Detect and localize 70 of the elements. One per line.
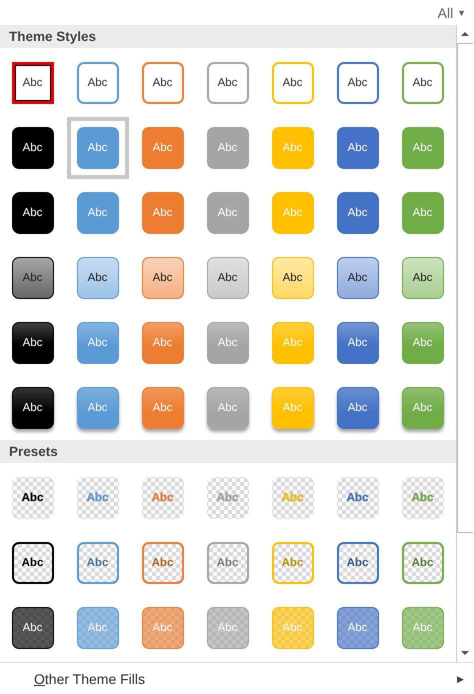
style-swatch[interactable]: Abc xyxy=(76,386,118,428)
style-swatch[interactable]: Abc xyxy=(12,386,54,428)
style-swatch[interactable]: Abc xyxy=(206,256,248,298)
style-swatch[interactable]: Abc xyxy=(206,322,248,364)
style-swatch[interactable]: Abc xyxy=(12,606,54,648)
style-swatch[interactable]: Abc xyxy=(12,256,54,298)
style-swatch[interactable]: Abc xyxy=(142,476,184,518)
style-swatch[interactable]: Abc xyxy=(272,256,314,298)
style-swatch[interactable]: Abc xyxy=(336,62,378,104)
style-swatch[interactable]: Abc xyxy=(76,476,118,518)
style-swatch[interactable]: Abc xyxy=(402,192,444,234)
style-swatch[interactable]: Abc xyxy=(402,322,444,364)
style-swatch[interactable]: Abc xyxy=(336,606,378,648)
style-swatch[interactable]: Abc xyxy=(272,476,314,518)
section-header: Theme Styles xyxy=(0,25,456,48)
style-swatch[interactable]: Abc xyxy=(12,62,54,104)
style-swatch[interactable]: Abc xyxy=(206,476,248,518)
style-swatch[interactable]: Abc xyxy=(142,542,184,584)
scroll-down-icon[interactable] xyxy=(460,650,470,656)
style-swatch[interactable]: Abc xyxy=(402,256,444,298)
style-swatch[interactable]: Abc xyxy=(76,542,118,584)
filter-dropdown[interactable]: All $^{▼}$ xyxy=(434,4,474,20)
style-swatch[interactable]: Abc xyxy=(272,322,314,364)
style-swatch[interactable]: Abc xyxy=(76,606,118,648)
style-swatch[interactable]: Abc xyxy=(336,126,378,168)
style-swatch[interactable]: Abc xyxy=(206,62,248,104)
style-swatch[interactable]: Abc xyxy=(402,476,444,518)
style-swatch[interactable]: Abc xyxy=(402,386,444,428)
style-swatch[interactable]: Abc xyxy=(272,542,314,584)
style-swatch[interactable]: Abc xyxy=(272,192,314,234)
style-swatch[interactable]: Abc xyxy=(12,476,54,518)
style-swatch[interactable]: Abc xyxy=(76,192,118,234)
section-header: Presets xyxy=(0,440,456,463)
style-swatch[interactable]: Abc xyxy=(336,192,378,234)
style-swatch[interactable]: Abc xyxy=(142,386,184,428)
style-swatch[interactable]: Abc xyxy=(142,126,184,168)
style-swatch[interactable]: Abc xyxy=(272,62,314,104)
style-swatch[interactable]: Abc xyxy=(272,386,314,428)
style-swatch[interactable]: Abc xyxy=(12,126,54,168)
style-swatch[interactable]: Abc xyxy=(142,256,184,298)
style-swatch[interactable]: Abc xyxy=(402,126,444,168)
style-swatch[interactable]: Abc xyxy=(206,386,248,428)
style-swatch[interactable]: Abc xyxy=(142,192,184,234)
style-swatch[interactable]: Abc xyxy=(206,542,248,584)
style-swatch[interactable]: Abc xyxy=(336,476,378,518)
style-swatch[interactable]: Abc xyxy=(12,322,54,364)
style-swatch[interactable]: Abc xyxy=(336,542,378,584)
scroll-up-icon[interactable] xyxy=(460,31,470,37)
style-swatch[interactable]: Abc xyxy=(206,126,248,168)
style-swatch[interactable]: Abc xyxy=(336,386,378,428)
style-swatch[interactable]: Abc xyxy=(272,126,314,168)
style-swatch[interactable]: Abc xyxy=(142,62,184,104)
style-swatch[interactable]: Abc xyxy=(76,62,118,104)
style-swatch[interactable]: Abc xyxy=(272,606,314,648)
style-swatch[interactable]: Abc xyxy=(206,606,248,648)
style-swatch[interactable]: Abc xyxy=(142,606,184,648)
style-swatch[interactable]: Abc xyxy=(206,192,248,234)
style-swatch[interactable]: Abc xyxy=(402,606,444,648)
scrollbar[interactable] xyxy=(456,25,473,662)
style-swatch[interactable]: Abc xyxy=(336,256,378,298)
style-swatch[interactable]: Abc xyxy=(142,322,184,364)
style-swatch[interactable]: Abc xyxy=(76,256,118,298)
style-swatch[interactable]: Abc xyxy=(76,322,118,364)
style-swatch[interactable]: Abc xyxy=(76,126,118,168)
style-swatch[interactable]: Abc xyxy=(12,192,54,234)
menu-item[interactable]: Other Theme Fills ▶ xyxy=(0,663,474,694)
style-swatch[interactable]: Abc xyxy=(402,542,444,584)
style-swatch[interactable]: Abc xyxy=(336,322,378,364)
style-swatch[interactable]: Abc xyxy=(402,62,444,104)
style-swatch[interactable]: Abc xyxy=(12,542,54,584)
